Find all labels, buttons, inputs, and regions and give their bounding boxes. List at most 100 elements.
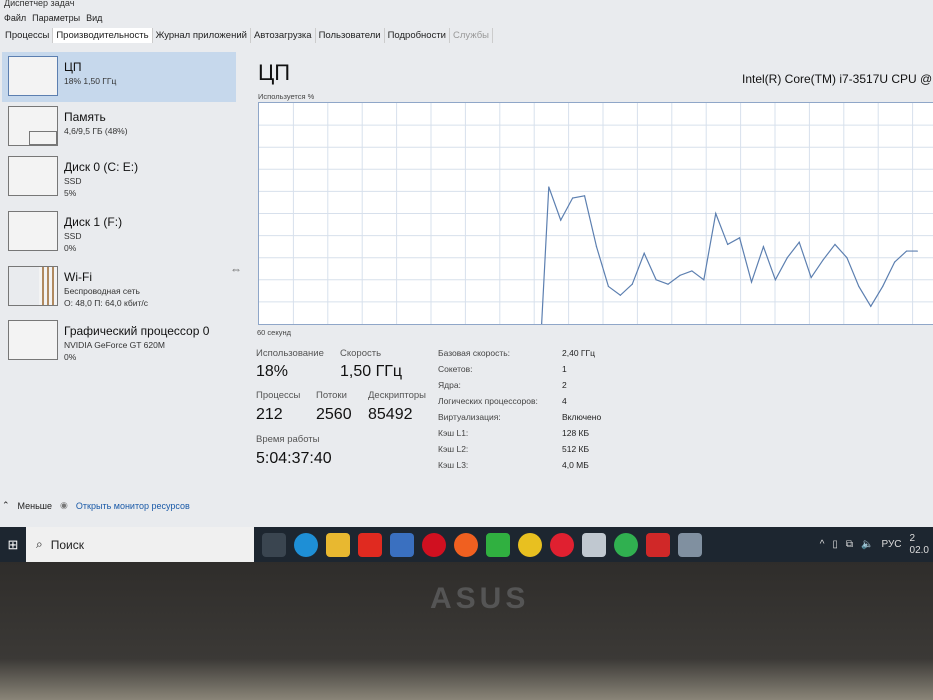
spec-value: 2,40 ГГц bbox=[562, 348, 595, 358]
data-point bbox=[738, 237, 741, 239]
file-explorer-icon[interactable] bbox=[326, 532, 350, 557]
sidebar-detail: 18% 1,50 ГГц bbox=[64, 76, 117, 86]
y-axis-label: Используется % bbox=[258, 92, 315, 101]
usage-label: Использование bbox=[256, 348, 324, 359]
chevron-up-icon[interactable]: ^ bbox=[820, 539, 825, 550]
resize-handle-icon[interactable]: ⇔ bbox=[230, 262, 242, 276]
tab-details[interactable]: Подробности bbox=[385, 28, 450, 43]
store-icon[interactable] bbox=[582, 532, 606, 557]
search-placeholder: Поиск bbox=[50, 537, 84, 552]
taskbar: ⊞ ⌕ Поиск ^ ▯ ⧉ 🔈 РУС 2 02.0 bbox=[0, 527, 933, 562]
data-point bbox=[894, 261, 896, 263]
phone-app-icon[interactable] bbox=[486, 532, 510, 557]
spec-value: 1 bbox=[562, 364, 567, 374]
sidebar-detail: 0% bbox=[64, 243, 77, 253]
task-view-icon[interactable] bbox=[262, 532, 286, 557]
sidebar-detail: SSD bbox=[64, 231, 82, 241]
clock[interactable]: 2 02.0 bbox=[910, 533, 929, 557]
search-icon: ⌕ bbox=[36, 537, 43, 551]
processes-value: 212 bbox=[256, 406, 283, 423]
cpu-model: Intel(R) Core(TM) i7-3517U CPU @ bbox=[742, 72, 933, 86]
tablet-icon[interactable]: ▯ bbox=[832, 539, 838, 550]
sidebar-detail: О: 48,0 П: 64,0 кбит/с bbox=[64, 298, 149, 308]
spec-label: Сокетов: bbox=[438, 364, 473, 374]
sidebar-item-disk0[interactable]: Диск 0 (C: E:) SSD 5% bbox=[2, 152, 236, 202]
sidebar-detail: 0% bbox=[64, 352, 77, 362]
data-point bbox=[870, 305, 872, 307]
sidebar-detail: NVIDIA GeForce GT 620M bbox=[64, 340, 165, 350]
data-point bbox=[810, 276, 812, 279]
sidebar-item-gpu[interactable]: Графический процессор 0 NVIDIA GeForce GT… bbox=[2, 316, 236, 366]
network-icon[interactable]: ⧉ bbox=[846, 539, 853, 550]
open-resource-monitor-link[interactable]: Открыть монитор ресурсов bbox=[76, 501, 190, 511]
fewer-details-button[interactable]: Меньше bbox=[18, 501, 53, 511]
spec-value: 512 КБ bbox=[562, 444, 590, 454]
spec-value: 4,0 МБ bbox=[562, 460, 589, 470]
yandex-browser-icon[interactable] bbox=[550, 532, 574, 557]
chevron-up-icon[interactable]: ⌃ bbox=[2, 500, 10, 511]
data-point bbox=[846, 257, 848, 259]
cpu-usage-line bbox=[541, 186, 918, 324]
sidebar-item-memory[interactable]: Память 4,6/9,5 ГБ (48%) bbox=[2, 102, 236, 152]
spec-value: 4 bbox=[562, 396, 567, 406]
speed-value: 1,50 ГГц bbox=[340, 363, 403, 380]
uptime-value: 5:04:37:40 bbox=[256, 450, 332, 467]
data-point bbox=[607, 285, 610, 288]
processes-label: Процессы bbox=[256, 390, 301, 401]
data-point bbox=[655, 279, 657, 281]
sidebar-detail: 5% bbox=[64, 188, 77, 198]
spec-label: Виртуализация: bbox=[438, 412, 501, 422]
laptop-bezel: ASUS bbox=[0, 562, 933, 700]
tab-users[interactable]: Пользователи bbox=[316, 28, 385, 43]
edge-icon[interactable] bbox=[294, 532, 318, 557]
firefox-icon[interactable] bbox=[454, 532, 478, 557]
data-point bbox=[750, 281, 753, 283]
data-point bbox=[822, 259, 824, 261]
clock-date: 02.0 bbox=[909, 544, 929, 556]
volume-icon[interactable]: 🔈 bbox=[861, 539, 873, 550]
opera-icon[interactable] bbox=[422, 532, 446, 557]
calculator-icon[interactable] bbox=[390, 532, 414, 557]
data-point bbox=[798, 241, 800, 243]
sidebar-item-disk1[interactable]: Диск 1 (F:) SSD 0% bbox=[2, 207, 236, 257]
task-manager-icon[interactable] bbox=[678, 532, 702, 557]
data-point bbox=[691, 270, 693, 272]
data-point bbox=[762, 246, 765, 248]
sidebar-item-cpu[interactable]: ЦП 18% 1,50 ГГц bbox=[2, 52, 236, 102]
windows-start-icon[interactable]: ⊞ bbox=[0, 527, 26, 562]
spec-label: Ядра: bbox=[438, 380, 461, 390]
chrome-icon[interactable] bbox=[518, 532, 542, 557]
x-axis-label: 60 секунд bbox=[257, 328, 291, 337]
sidebar-item-wifi[interactable]: Wi-Fi Беспроводная сеть О: 48,0 П: 64,0 кб… bbox=[2, 262, 236, 312]
window-title: Диспетчер задач bbox=[4, 0, 75, 8]
data-point bbox=[631, 283, 633, 285]
yandex-icon[interactable] bbox=[358, 532, 382, 557]
spec-label: Логических процессоров: bbox=[438, 396, 538, 406]
data-point bbox=[560, 219, 562, 221]
data-point bbox=[703, 279, 705, 281]
tab-app-history[interactable]: Журнал приложений bbox=[153, 28, 251, 43]
spec-value: 2 bbox=[562, 380, 567, 390]
whatsapp-icon[interactable] bbox=[614, 532, 638, 557]
tab-services[interactable]: Службы bbox=[450, 28, 493, 43]
taskbar-search[interactable]: ⌕ Поиск bbox=[26, 527, 254, 562]
threads-value: 2560 bbox=[316, 406, 352, 423]
data-point bbox=[572, 197, 574, 199]
data-point bbox=[916, 250, 918, 252]
cpu-panel: ЦП Intel(R) Core(TM) i7-3517U CPU @ Испо… bbox=[248, 52, 933, 492]
resource-sidebar: ЦП 18% 1,50 ГГц Память 4,6/9,5 ГБ (48%) Ди… bbox=[0, 50, 238, 490]
menu-options[interactable]: Параметры bbox=[32, 13, 80, 23]
tab-processes[interactable]: Процессы bbox=[2, 28, 54, 43]
tab-startup[interactable]: Автозагрузка bbox=[251, 28, 316, 43]
language-indicator[interactable]: РУС bbox=[882, 539, 902, 550]
tab-performance[interactable]: Производительность bbox=[53, 28, 153, 43]
gpu-thumbnail bbox=[8, 320, 58, 360]
menu-view[interactable]: Вид bbox=[86, 13, 102, 23]
menu-file[interactable]: Файл bbox=[4, 13, 26, 23]
sidebar-title: Диск 0 (C: E:) bbox=[64, 160, 139, 174]
anydesk-icon[interactable] bbox=[646, 532, 670, 557]
usage-value: 18% bbox=[256, 363, 289, 380]
disk0-thumbnail bbox=[8, 156, 58, 196]
page-title: ЦП bbox=[258, 60, 291, 85]
data-point bbox=[786, 257, 788, 259]
